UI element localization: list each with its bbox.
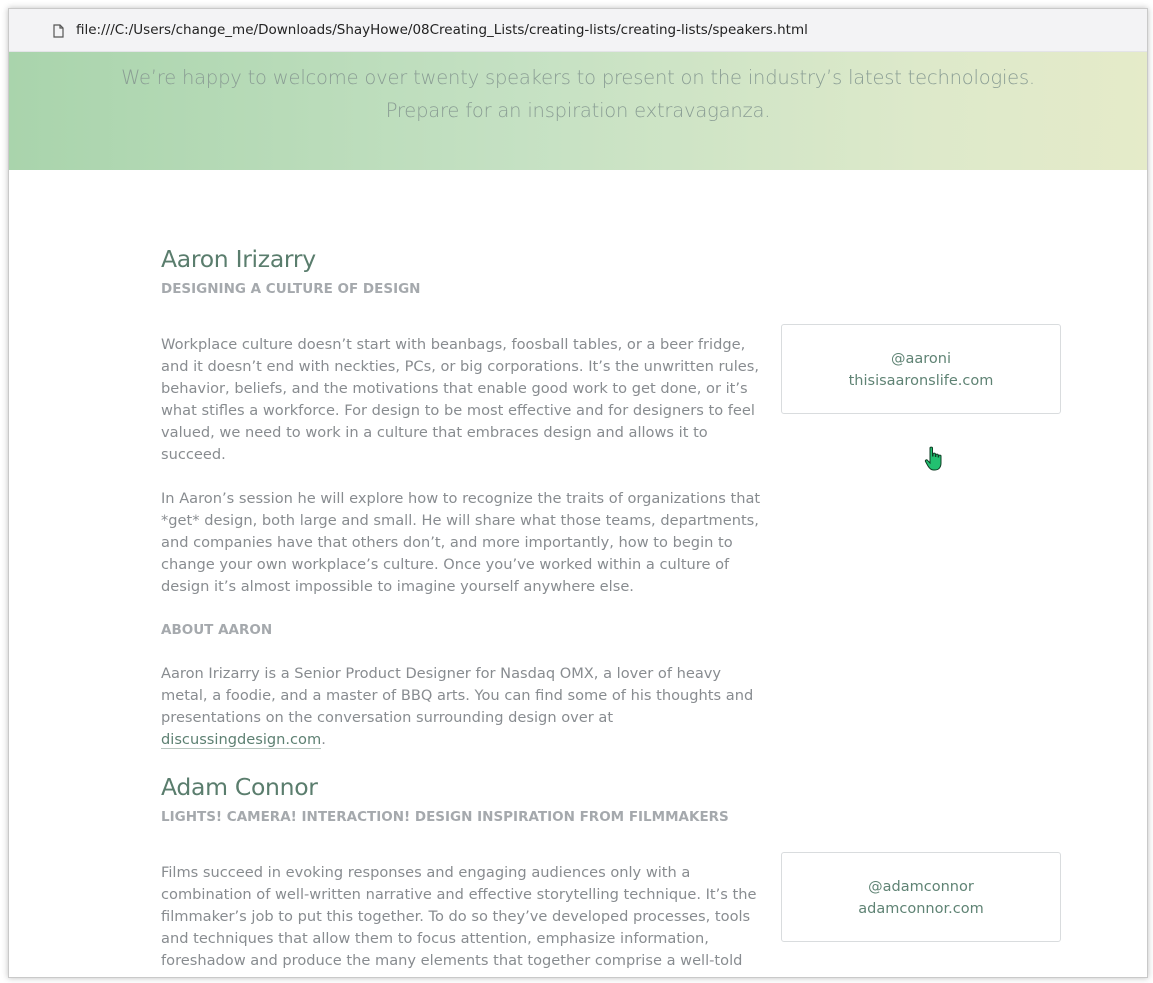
session-title: DESIGNING A CULTURE OF DESIGN — [161, 281, 421, 297]
address-bar[interactable]: file:///C:/Users/change_me/Downloads/Sha… — [9, 9, 1147, 52]
about-heading: ABOUT AARON — [161, 622, 273, 638]
session-title: LIGHTS! CAMERA! INTERACTION! DESIGN INSP… — [161, 809, 729, 825]
bio-link[interactable]: discussingdesign.com — [161, 731, 322, 749]
website-link[interactable]: thisisaaronslife.com — [849, 373, 994, 389]
bio-end: . — [321, 731, 326, 748]
speaker-name: Adam Connor — [161, 773, 318, 801]
bio-text: Aaron Irizarry is a Senior Product Desig… — [161, 665, 754, 726]
document-icon — [53, 23, 64, 38]
url-text[interactable]: file:///C:/Users/change_me/Downloads/Sha… — [76, 22, 808, 38]
website-link[interactable]: adamconnor.com — [858, 901, 983, 917]
speaker-contact-card: @aaroni thisisaaronslife.com — [781, 324, 1061, 414]
speaker-section: Adam Connor LIGHTS! CAMERA! INTERACTION!… — [161, 773, 1061, 977]
speaker-description: Films succeed in evoking responses and e… — [161, 862, 761, 977]
description-paragraph: In Aaron’s session he will explore how t… — [161, 490, 761, 595]
bio-paragraph: Aaron Irizarry is a Senior Product Desig… — [161, 663, 761, 751]
hero-banner: We’re happy to welcome over twenty speak… — [9, 52, 1147, 170]
twitter-link[interactable]: @adamconnor — [868, 879, 974, 895]
browser-window: file:///C:/Users/change_me/Downloads/Sha… — [8, 8, 1148, 978]
twitter-link[interactable]: @aaroni — [891, 351, 951, 367]
hero-line-1: We’re happy to welcome over twenty speak… — [121, 66, 1035, 89]
speaker-contact-card: @adamconnor adamconnor.com — [781, 852, 1061, 942]
hero-line-2: Prepare for an inspiration extravaganza. — [385, 99, 771, 122]
description-paragraph: Workplace culture doesn’t start with bea… — [161, 336, 760, 463]
speaker-section: Aaron Irizarry DESIGNING A CULTURE OF DE… — [161, 245, 1061, 749]
speaker-description: Workplace culture doesn’t start with bea… — [161, 334, 761, 751]
speaker-name: Aaron Irizarry — [161, 245, 316, 273]
hand-pointer-icon — [924, 446, 944, 477]
description-paragraph: Films succeed in evoking responses and e… — [161, 864, 757, 977]
